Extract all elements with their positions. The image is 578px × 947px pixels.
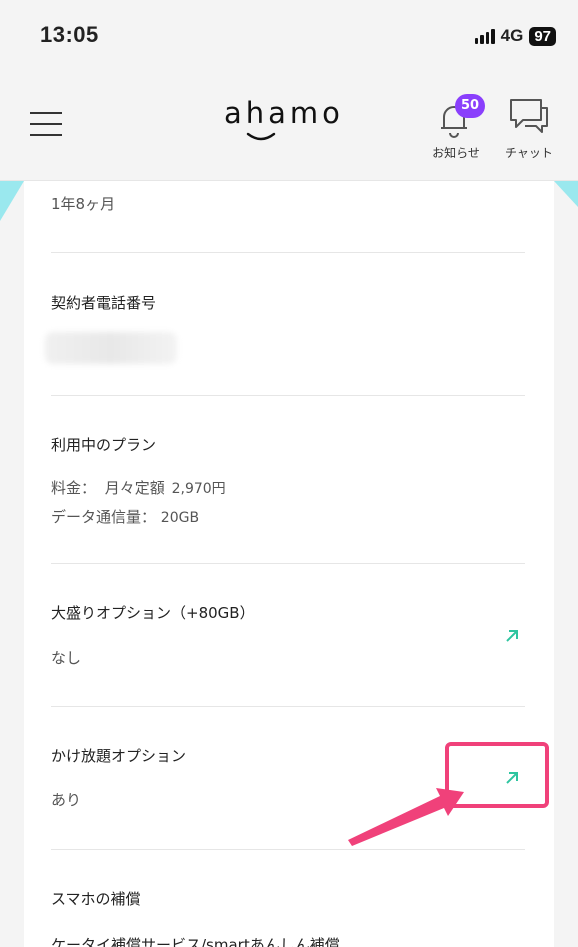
decorative-shape xyxy=(554,181,578,207)
plan-data: データ通信量： 20GB xyxy=(51,506,199,527)
hamburger-menu-icon[interactable] xyxy=(30,112,62,136)
phone-insurance-title: スマホの補償 xyxy=(51,890,141,908)
plan-section: 利用中のプラン 料金： 月々定額 2,970円 データ通信量： 20GB xyxy=(51,396,525,564)
status-time: 13:05 xyxy=(40,22,99,47)
data-value: 20GB xyxy=(160,510,200,526)
fee-value: 2,970円 xyxy=(171,481,226,497)
large-option-value: なし xyxy=(51,649,82,667)
chat-bubble-icon xyxy=(510,99,548,133)
battery-indicator: 97 xyxy=(529,26,556,46)
call-option-title: かけ放題オプション xyxy=(51,747,187,765)
data-label: データ通信量： xyxy=(51,508,157,526)
external-link-arrow-icon[interactable] xyxy=(500,624,524,648)
plan-title: 利用中のプラン xyxy=(51,436,157,454)
contract-card: 1年8ヶ月 契約者電話番号 利用中のプラン 料金： 月々定額 2,970円 デー… xyxy=(24,181,554,947)
notifications-label: お知らせ xyxy=(432,146,480,160)
status-bar: 13:05 4G 97 xyxy=(0,0,578,72)
phone-number-section: 契約者電話番号 xyxy=(45,253,525,396)
tenure-section: 1年8ヶ月 xyxy=(51,181,525,253)
annotation-arrow-icon xyxy=(348,788,464,846)
signal-icon xyxy=(474,28,495,44)
fee-label: 料金： xyxy=(51,479,97,497)
logo-smile-icon xyxy=(246,132,276,141)
plan-fee: 料金： 月々定額 2,970円 xyxy=(51,477,226,498)
phone-insurance-sub: ケータイ補償サービス/smartあんしん補償 xyxy=(51,936,340,947)
large-option-title: 大盛りオプション（+80GB） xyxy=(51,604,255,622)
redacted-phone-number xyxy=(45,332,177,364)
logo-text: ahamo xyxy=(224,96,344,130)
chat-label: チャット xyxy=(505,146,553,160)
notifications-button[interactable]: 50 お知らせ xyxy=(428,94,485,162)
network-type: 4G xyxy=(500,26,524,45)
fee-plan: 月々定額 xyxy=(104,479,165,497)
app-header: ahamo 50 お知らせ チャット xyxy=(0,72,578,181)
decorative-shape xyxy=(0,181,24,221)
large-option-section[interactable]: 大盛りオプション（+80GB） なし xyxy=(51,564,525,707)
tenure-value: 1年8ヶ月 xyxy=(51,195,116,213)
ahamo-logo[interactable]: ahamo xyxy=(224,96,350,146)
contract-info-content: 1年8ヶ月 契約者電話番号 利用中のプラン 料金： 月々定額 2,970円 デー… xyxy=(0,181,578,947)
call-option-value: あり xyxy=(51,791,82,809)
notification-count-badge: 50 xyxy=(455,94,485,118)
phone-number-title: 契約者電話番号 xyxy=(51,294,157,312)
status-indicators: 4G 97 xyxy=(474,26,556,46)
chat-button[interactable]: チャット xyxy=(500,94,558,162)
phone-insurance-section[interactable]: スマホの補償 ケータイ補償サービス/smartあんしん補償 xyxy=(51,850,525,947)
